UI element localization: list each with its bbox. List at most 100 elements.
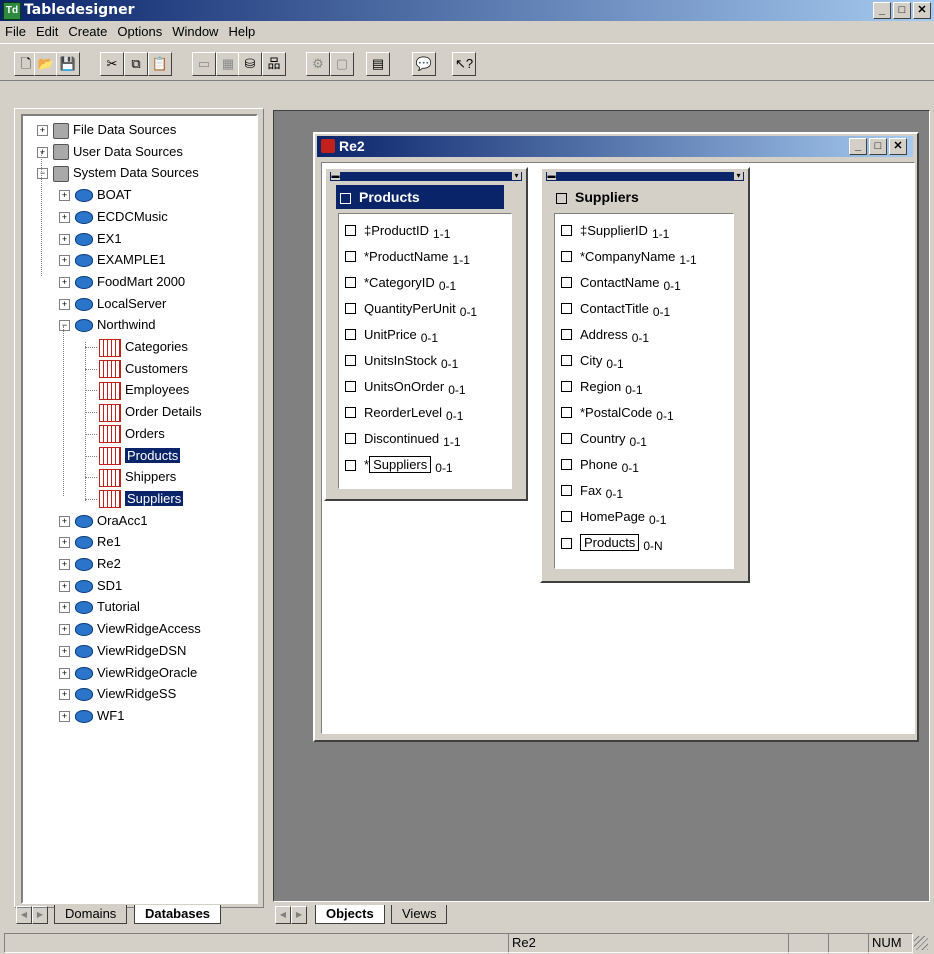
entity-header[interactable]: Suppliers bbox=[552, 185, 726, 209]
tree-node-example1[interactable]: EXAMPLE1 bbox=[75, 250, 166, 270]
tree-node-boat[interactable]: BOAT bbox=[75, 185, 131, 205]
expand-icon[interactable]: + bbox=[59, 624, 70, 636]
layout-icon[interactable]: ▢ bbox=[330, 52, 354, 76]
attribute-row[interactable]: ‡SupplierID 1-1 bbox=[561, 218, 669, 244]
entity-dropdown-icon[interactable]: ▾ bbox=[734, 172, 743, 180]
expand-icon[interactable]: + bbox=[59, 559, 70, 570]
paste-icon[interactable]: 📋 bbox=[148, 52, 172, 76]
tree-node-system-data-sources[interactable]: System Data Sources bbox=[53, 163, 199, 183]
tree-node-user-data-sources[interactable]: User Data Sources bbox=[53, 142, 183, 162]
tab-objects[interactable]: Objects bbox=[315, 905, 385, 924]
attribute-row[interactable]: HomePage 0-1 bbox=[561, 504, 666, 530]
attribute-row[interactable]: Region 0-1 bbox=[561, 374, 643, 400]
attribute-row[interactable]: *ProductName 1-1 bbox=[345, 244, 470, 270]
tab-databases[interactable]: Databases bbox=[134, 905, 222, 924]
tree-node-viewridgeaccess[interactable]: ViewRidgeAccess bbox=[75, 619, 201, 639]
expand-icon[interactable]: + bbox=[59, 710, 70, 722]
expand-icon[interactable]: + bbox=[59, 515, 70, 527]
expand-icon[interactable]: + bbox=[59, 645, 70, 657]
hierarchy-icon[interactable]: 品 bbox=[262, 52, 286, 76]
attribute-row[interactable]: ReorderLevel 0-1 bbox=[345, 400, 463, 426]
attribute-row[interactable]: *CategoryID 0-1 bbox=[345, 270, 456, 296]
attribute-row[interactable]: Fax 0-1 bbox=[561, 478, 623, 504]
attribute-row[interactable]: ContactName 0-1 bbox=[561, 270, 681, 296]
attribute-row[interactable]: UnitsOnOrder 0-1 bbox=[345, 374, 466, 400]
tree-node-customers[interactable]: Customers bbox=[99, 359, 188, 379]
close-button[interactable]: ✕ bbox=[913, 2, 931, 19]
window-icon[interactable]: ▭ bbox=[192, 52, 216, 76]
attribute-row[interactable]: UnitsInStock 0-1 bbox=[345, 348, 458, 374]
entity-suppliers[interactable]: ▬ ▾ Suppliers ‡SupplierID 1-1 *CompanyName… bbox=[540, 167, 750, 583]
entity-caption-bar[interactable]: ▬ ▾ bbox=[546, 172, 744, 181]
attribute-row[interactable]: UnitPrice 0-1 bbox=[345, 322, 438, 348]
entity-dropdown-icon[interactable]: ▾ bbox=[512, 172, 521, 180]
tree-node-oraacc1[interactable]: OraAcc1 bbox=[75, 511, 148, 531]
save-icon[interactable]: 💾 bbox=[56, 52, 80, 76]
expand-icon[interactable]: + bbox=[59, 537, 70, 549]
tab-scroll-right-icon[interactable]: ▶ bbox=[291, 906, 307, 924]
attribute-row[interactable]: *CompanyName 1-1 bbox=[561, 244, 697, 270]
entity-caption-bar[interactable]: ▬ ▾ bbox=[330, 172, 522, 181]
expand-icon[interactable]: + bbox=[37, 125, 48, 136]
menu-file[interactable]: File bbox=[0, 22, 31, 39]
diagram-canvas[interactable]: ▬ ▾ Products ‡ProductID 1-1 *ProductName 1-… bbox=[321, 162, 915, 734]
attribute-row[interactable]: Discontinued 1-1 bbox=[345, 426, 461, 452]
speech-icon[interactable]: 💬 bbox=[412, 52, 436, 76]
tab-scroll-left-icon[interactable]: ◀ bbox=[275, 906, 291, 924]
child-minimize-button[interactable]: _ bbox=[849, 138, 867, 155]
tree-node-file-data-sources[interactable]: File Data Sources bbox=[53, 120, 176, 140]
maximize-button[interactable]: □ bbox=[893, 2, 911, 19]
tree-node-suppliers[interactable]: Suppliers bbox=[99, 489, 184, 509]
tree-node-employees[interactable]: Employees bbox=[99, 380, 189, 400]
tree-node-sd1[interactable]: SD1 bbox=[75, 576, 122, 596]
tree-node-products[interactable]: Products bbox=[99, 446, 181, 466]
tab-scroll-right-icon[interactable]: ▶ bbox=[32, 906, 48, 924]
size-grip-icon[interactable] bbox=[914, 936, 928, 950]
tree-node-northwind[interactable]: Northwind bbox=[75, 315, 156, 335]
collapse-icon[interactable]: − bbox=[37, 168, 48, 180]
tree-node-wf1[interactable]: WF1 bbox=[75, 706, 124, 726]
attribute-row[interactable]: ‡ProductID 1-1 bbox=[345, 218, 450, 244]
tree-node-viewridgess[interactable]: ViewRidgeSS bbox=[75, 684, 176, 704]
tree-node-viewridgeoracle[interactable]: ViewRidgeOracle bbox=[75, 663, 197, 683]
attribute-row[interactable]: Phone 0-1 bbox=[561, 452, 639, 478]
open-icon[interactable]: 📂 bbox=[34, 52, 58, 76]
tab-domains[interactable]: Domains bbox=[54, 905, 128, 924]
tab-scroll-left-icon[interactable]: ◀ bbox=[16, 906, 32, 924]
tree-node-viewridgedsn[interactable]: ViewRidgeDSN bbox=[75, 641, 186, 661]
entity-products[interactable]: ▬ ▾ Products ‡ProductID 1-1 *ProductName 1-… bbox=[324, 167, 528, 501]
minimize-button[interactable]: _ bbox=[873, 2, 891, 19]
child-close-button[interactable]: ✕ bbox=[889, 138, 907, 155]
tree-node-ex1[interactable]: EX1 bbox=[75, 229, 122, 249]
reference-row[interactable]: * Suppliers 0-1 bbox=[345, 452, 453, 478]
tree-node-order-details[interactable]: Order Details bbox=[99, 402, 202, 422]
child-maximize-button[interactable]: □ bbox=[869, 138, 887, 155]
attribute-row[interactable]: *PostalCode 0-1 bbox=[561, 400, 674, 426]
reference-row[interactable]: Products 0-N bbox=[561, 530, 663, 556]
attribute-row[interactable]: ContactTitle 0-1 bbox=[561, 296, 670, 322]
expand-icon[interactable]: + bbox=[59, 689, 70, 701]
menu-window[interactable]: Window bbox=[167, 22, 223, 39]
menu-help[interactable]: Help bbox=[223, 22, 260, 39]
menu-options[interactable]: Options bbox=[112, 22, 167, 39]
expand-icon[interactable]: + bbox=[59, 580, 70, 592]
copy-icon[interactable]: ⧉ bbox=[124, 52, 148, 76]
child-window-titlebar[interactable]: Re2 _ □ ✕ bbox=[317, 136, 913, 157]
expand-icon[interactable]: + bbox=[59, 298, 70, 310]
entity-menu-icon[interactable]: ▬ bbox=[547, 172, 556, 180]
tree-node-tutorial[interactable]: Tutorial bbox=[75, 597, 140, 617]
entity-header[interactable]: Products bbox=[336, 185, 504, 209]
collapse-icon[interactable]: − bbox=[59, 320, 70, 332]
expand-icon[interactable]: + bbox=[59, 211, 70, 223]
menu-create[interactable]: Create bbox=[63, 22, 112, 39]
tree-node-categories[interactable]: Categories bbox=[99, 337, 188, 357]
expand-icon[interactable]: + bbox=[59, 190, 70, 202]
cut-icon[interactable]: ✂ bbox=[100, 52, 124, 76]
expand-icon[interactable]: + bbox=[59, 602, 70, 614]
database-icon[interactable]: ⛁ bbox=[238, 52, 262, 76]
expand-icon[interactable]: + bbox=[59, 276, 70, 288]
expand-icon[interactable]: + bbox=[59, 255, 70, 267]
expand-icon[interactable]: + bbox=[59, 667, 70, 679]
help-pointer-icon[interactable]: ↖? bbox=[452, 52, 476, 76]
tree-node-re2[interactable]: Re2 bbox=[75, 554, 121, 574]
